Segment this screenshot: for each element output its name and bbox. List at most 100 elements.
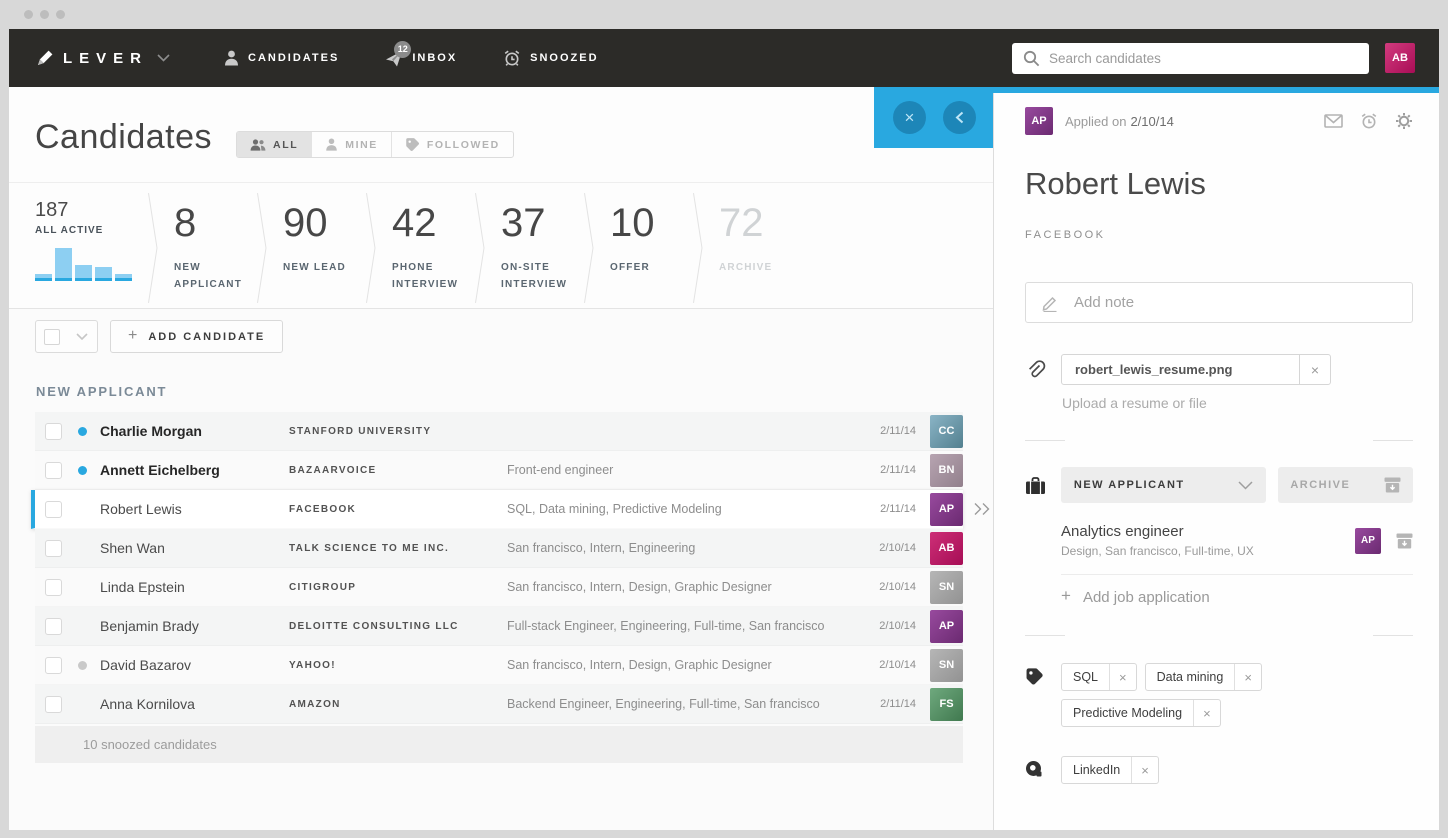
snooze-alarm-icon[interactable]: [1360, 112, 1378, 130]
row-checkbox[interactable]: [45, 501, 62, 518]
row-checkbox[interactable]: [45, 462, 62, 479]
table-row[interactable]: Charlie Morgan STANFORD UNIVERSITY 2/11/…: [35, 412, 963, 451]
remove-tag-button[interactable]: ×: [1234, 664, 1261, 690]
remove-tag-button[interactable]: ×: [1109, 664, 1136, 690]
row-checkbox[interactable]: [45, 579, 62, 596]
close-panel-button[interactable]: ×: [893, 101, 926, 134]
add-candidate-button[interactable]: + ADD CANDIDATE: [110, 320, 283, 353]
table-row[interactable]: Robert Lewis FACEBOOK SQL, Data mining, …: [31, 490, 963, 529]
job-title: Analytics engineer: [1061, 523, 1254, 540]
unread-dot: [78, 505, 87, 514]
archive-button[interactable]: ARCHIVE: [1278, 467, 1413, 503]
snoozed-footer[interactable]: 10 snoozed candidates: [35, 726, 963, 763]
stat-stage[interactable]: 8 NEW APPLICANT: [159, 199, 256, 308]
candidate-details: Full-stack Engineer, Engineering, Full-t…: [507, 615, 868, 638]
job-application[interactable]: Analytics engineer Design, San francisco…: [1061, 523, 1413, 558]
stat-stage[interactable]: 90 NEW LEAD: [268, 199, 365, 308]
window-dot[interactable]: [24, 10, 33, 19]
tab-mine[interactable]: MINE: [311, 132, 391, 157]
add-note-input[interactable]: Add note: [1025, 282, 1413, 323]
remove-tag-button[interactable]: ×: [1193, 700, 1220, 726]
stage-badge: SN: [930, 649, 963, 682]
stage-separator: [583, 193, 595, 303]
tab-followed[interactable]: FOLLOWED: [391, 132, 513, 157]
chevron-left-icon: [955, 111, 964, 124]
pencil-icon: [1041, 294, 1059, 312]
alarm-icon: [503, 49, 521, 67]
stat-stage[interactable]: 37 ON-SITE INTERVIEW: [486, 199, 583, 308]
select-all-checkbox[interactable]: [44, 329, 60, 345]
row-checkbox[interactable]: [45, 657, 62, 674]
table-row[interactable]: Benjamin Brady DELOITTE CONSULTING LLC F…: [35, 607, 963, 646]
lever-logo[interactable]: LEVER: [35, 49, 170, 68]
candidate-details: San francisco, Intern, Design, Graphic D…: [507, 654, 868, 677]
nav-label: INBOX: [412, 52, 457, 64]
candidate-date: 2/11/14: [868, 464, 916, 476]
plus-icon: +: [128, 327, 137, 345]
attachment-filename: robert_lewis_resume.png: [1062, 362, 1299, 377]
candidates-table: Charlie Morgan STANFORD UNIVERSITY 2/11/…: [35, 412, 963, 724]
row-checkbox[interactable]: [45, 696, 62, 713]
nav-candidates[interactable]: CANDIDATES: [224, 50, 339, 66]
attachment-row: robert_lewis_resume.png ×: [1025, 354, 1413, 385]
candidate-details: Front-end engineer: [507, 459, 868, 482]
collapse-panel-button[interactable]: [943, 101, 976, 134]
tab-all[interactable]: ALL: [237, 132, 311, 157]
tag-icon: [405, 137, 420, 152]
expand-chevrons-icon[interactable]: [974, 503, 991, 516]
remove-tag-button[interactable]: ×: [1131, 757, 1158, 783]
stage-dropdown[interactable]: NEW APPLICANT: [1061, 467, 1266, 503]
mini-bar: [35, 274, 52, 281]
attachment-chip[interactable]: robert_lewis_resume.png ×: [1061, 354, 1331, 385]
stat-all-active[interactable]: 187 ALL ACTIVE: [35, 199, 147, 308]
candidate-company: FACEBOOK: [1025, 229, 1413, 241]
search-icon: [1023, 50, 1040, 67]
user-avatar[interactable]: AB: [1385, 43, 1415, 73]
remove-attachment-button[interactable]: ×: [1299, 355, 1330, 384]
stat-stage[interactable]: 72 ARCHIVE: [704, 199, 801, 308]
upload-hint[interactable]: Upload a resume or file: [1062, 395, 1413, 411]
nav-inbox[interactable]: 12 INBOX: [385, 50, 457, 67]
table-row[interactable]: Linda Epstein CITIGROUP San francisco, I…: [35, 568, 963, 607]
candidate-company: AMAZON: [289, 699, 507, 710]
window-dot[interactable]: [56, 10, 65, 19]
row-checkbox[interactable]: [45, 540, 62, 557]
add-job-application-button[interactable]: + Add job application: [1061, 588, 1413, 606]
search-input[interactable]: [1049, 51, 1358, 66]
section-header: NEW APPLICANT: [36, 384, 993, 399]
table-row[interactable]: Annett Eichelberg BAZAARVOICE Front-end …: [35, 451, 963, 490]
divider: [1373, 635, 1413, 636]
inbox-count-badge: 12: [394, 41, 411, 58]
stat-stage[interactable]: 42 PHONE INTERVIEW: [377, 199, 474, 308]
tag-icon: [1025, 663, 1061, 686]
mini-bar: [115, 274, 132, 281]
archive-box-icon[interactable]: [1396, 533, 1413, 549]
candidate-date: 2/11/14: [868, 503, 916, 515]
nav-snoozed[interactable]: SNOOZED: [503, 49, 598, 67]
table-row[interactable]: Shen Wan TALK SCIENCE TO ME INC. San fra…: [35, 529, 963, 568]
email-icon[interactable]: [1324, 114, 1343, 128]
gear-icon[interactable]: [1395, 112, 1413, 130]
row-checkbox[interactable]: [45, 618, 62, 635]
select-all-dropdown[interactable]: [35, 320, 98, 353]
table-row[interactable]: Anna Kornilova AMAZON Backend Engineer, …: [35, 685, 963, 724]
filter-tabs: ALL MINE FOLLOWED: [236, 131, 514, 158]
candidate-name: Robert Lewis: [1025, 166, 1413, 202]
candidate-company: YAHOO!: [289, 660, 507, 671]
divider: [1025, 635, 1065, 636]
app-window: LEVER CANDIDATES 12 INBOX: [9, 29, 1439, 830]
candidate-details: Backend Engineer, Engineering, Full-time…: [507, 693, 868, 716]
row-checkbox[interactable]: [45, 423, 62, 440]
stage-label: NEW LEAD: [283, 259, 365, 276]
stage-badge: BN: [930, 454, 963, 487]
candidate-date: 2/10/14: [868, 581, 916, 593]
candidate-company: STANFORD UNIVERSITY: [289, 426, 507, 437]
list-toolbar: + ADD CANDIDATE: [35, 320, 993, 353]
unread-dot: [78, 661, 87, 670]
window-dot[interactable]: [40, 10, 49, 19]
candidate-name: Anna Kornilova: [100, 696, 289, 712]
pipeline-stats: 187 ALL ACTIVE 8 NEW APPLICANT 90 NEW LE…: [9, 182, 993, 309]
table-row[interactable]: David Bazarov YAHOO! San francisco, Inte…: [35, 646, 963, 685]
tab-label: FOLLOWED: [427, 139, 500, 151]
stat-stage[interactable]: 10 OFFER: [595, 199, 692, 308]
